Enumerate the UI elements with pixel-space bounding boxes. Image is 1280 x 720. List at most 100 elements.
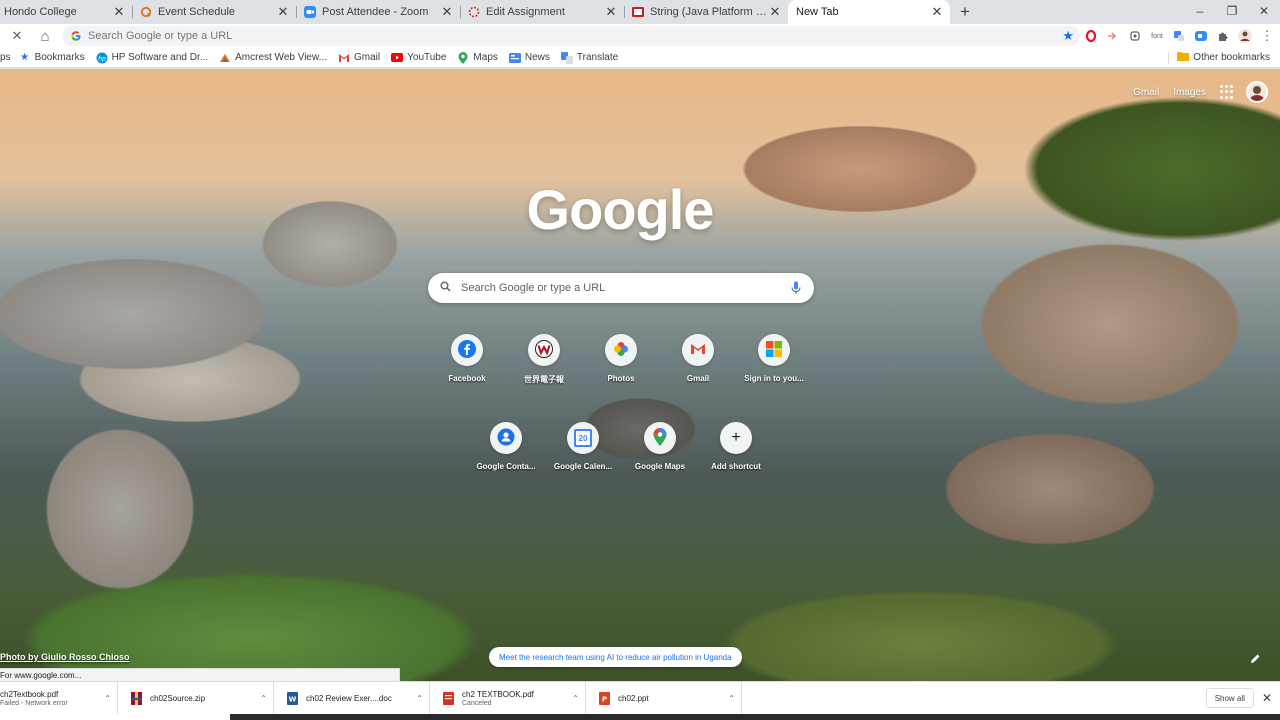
shortcut-label: Add shortcut [711,462,761,471]
bookmark-maps[interactable]: Maps [457,51,498,64]
shortcut-photos[interactable]: Photos [582,334,660,383]
shortcut-label: 世界電子報 [524,375,564,384]
chevron-up-icon[interactable]: ⌃ [104,694,111,703]
tab-title: Post Attendee - Zoom [322,6,429,18]
download-item[interactable]: W ch02 Review Exer....doc ⌃ [274,681,430,715]
tab-title: String (Java Platform SE 8 ) [650,6,768,18]
download-item[interactable]: ch02Source.zip ⌃ [118,681,274,715]
status-bubble: For www.google.com... [0,668,400,681]
ntp-header-links: Gmail Images [1133,81,1280,103]
bookmark-gmail[interactable]: Gmail [338,52,380,64]
bookmark-youtube[interactable]: YouTube [391,52,446,64]
close-icon[interactable]: ✕ [440,4,454,19]
arrow-icon[interactable] [1102,25,1124,47]
tab-edit-assignment[interactable]: Edit Assignment ✕ [460,0,624,24]
tab-java-string[interactable]: String (Java Platform SE 8 ) ✕ [624,0,788,24]
ntp-search-input[interactable] [461,282,790,294]
bookmark-bookmarks[interactable]: ★ Bookmarks [19,52,85,64]
show-all-downloads-button[interactable]: Show all [1205,688,1254,708]
chevron-up-icon[interactable]: ⌃ [572,694,579,703]
bookmark-hp[interactable]: hp HP Software and Dr... [96,52,208,64]
microphone-icon[interactable] [790,280,802,296]
plus-icon: + [731,429,741,446]
download-filename: ch2Textbook.pdf [0,689,59,699]
bookmark-translate[interactable]: Translate [560,51,618,64]
stop-loading-button[interactable]: ✕ [6,25,28,47]
download-filename: ch02 Review Exer....doc [306,693,392,703]
close-download-shelf-button[interactable]: ✕ [1262,691,1272,705]
bookmark-label: ps [0,52,11,63]
shortcut-icon-circle [605,334,637,366]
chevron-up-icon[interactable]: ⌃ [260,694,267,703]
os-taskbar [0,714,1280,720]
customize-pencil-icon[interactable] [1250,653,1261,667]
shortcut-shijie-dianzibao[interactable]: 世界電子報 [505,334,583,385]
tab-new-tab[interactable]: New Tab ✕ [788,0,950,24]
download-item[interactable]: P ch02.ppt ⌃ [586,681,742,715]
shortcut-label: Photos [607,374,635,383]
shortcut-google-calendar[interactable]: 20 Google Calen... [544,422,622,471]
shortcut-microsoft-sign-in[interactable]: Sign in to you... [735,334,813,383]
profile-icon[interactable] [1234,25,1256,47]
bookmark-apps[interactable]: ps [0,52,11,63]
tab-post-attendee-zoom[interactable]: Post Attendee - Zoom ✕ [296,0,460,24]
gmail-icon [338,52,350,64]
font-icon[interactable]: font [1146,25,1168,47]
omnibox[interactable]: ★ [62,26,1080,46]
chevron-up-icon[interactable]: ⌃ [728,694,735,703]
download-text: ch2Textbook.pdf Failed - Network error [0,690,68,707]
puzzle-icon[interactable] [1212,25,1234,47]
clip-icon[interactable] [1124,25,1146,47]
close-icon[interactable]: ✕ [604,4,618,19]
omnibox-input[interactable] [88,30,988,42]
bookmark-label: YouTube [407,52,447,63]
maximize-button[interactable]: ❐ [1216,0,1248,22]
images-link[interactable]: Images [1173,87,1206,98]
chevron-up-icon[interactable]: ⌃ [416,694,423,703]
menu-icon[interactable]: ⋮ [1256,25,1278,47]
download-item[interactable]: ch2Textbook.pdf Failed - Network error ⌃ [0,681,118,715]
bookmark-news[interactable]: News [508,52,550,64]
close-icon[interactable]: ✕ [112,4,126,19]
add-shortcut-button[interactable]: + Add shortcut [697,422,775,471]
tab-strip: Hondo College ✕ Event Schedule ✕ Post At… [0,0,1280,24]
zoom-ext-icon[interactable] [1190,25,1212,47]
home-button[interactable]: ⌂ [34,25,56,47]
news-icon [508,52,521,64]
divider [1168,51,1170,64]
bookmark-label: Bookmarks [34,52,85,63]
maps-icon [457,51,469,64]
shortcut-gmail[interactable]: Gmail [659,334,737,383]
loading-icon [468,6,480,18]
shortcut-google-maps[interactable]: Google Maps [621,422,699,471]
close-icon[interactable]: ✕ [930,4,944,19]
other-bookmarks[interactable]: Other bookmarks [1168,51,1270,64]
google-apps-icon[interactable] [1220,85,1234,99]
hp-icon: hp [96,52,108,64]
bookmark-amcrest[interactable]: Amcrest Web View... [219,52,327,64]
bookmarks-bar: ps ★ Bookmarks hp HP Software and Dr... … [0,48,1280,68]
tab-hondo-college[interactable]: Hondo College ✕ [0,0,132,24]
close-icon[interactable]: ✕ [276,4,290,19]
shortcut-google-contacts[interactable]: Google Conta... [467,422,545,471]
zip-icon [130,691,142,705]
download-item[interactable]: ch2 TEXTBOOK.pdf Canceled ⌃ [430,681,586,715]
photo-attribution-link[interactable]: Photo by Giulio Rosso Chioso [0,652,130,662]
shortcut-facebook[interactable]: Facebook [428,334,506,383]
gmail-link[interactable]: Gmail [1133,87,1159,98]
ntp-search-box[interactable] [428,273,814,303]
account-avatar[interactable] [1246,81,1268,103]
svg-text:W: W [288,695,296,703]
opera-icon[interactable] [1080,25,1102,47]
photos-icon [612,340,630,361]
minimize-button[interactable]: – [1184,0,1216,22]
shortcut-icon-circle [644,422,676,454]
tab-event-schedule[interactable]: Event Schedule ✕ [132,0,296,24]
bookmark-star-icon[interactable]: ★ [1062,28,1074,44]
translate-icon[interactable] [1168,25,1190,47]
download-filename: ch02.ppt [618,693,649,703]
close-icon[interactable]: ✕ [768,4,782,19]
promo-link[interactable]: Meet the research team using AI to reduc… [489,647,742,667]
window-close-button[interactable]: ✕ [1248,0,1280,22]
new-tab-button[interactable]: + [952,0,978,24]
